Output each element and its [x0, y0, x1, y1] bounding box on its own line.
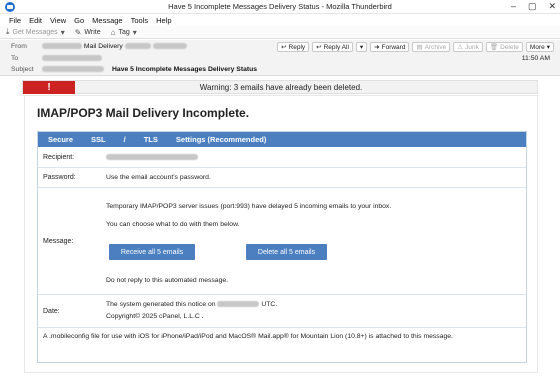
- menu-view[interactable]: View: [50, 16, 66, 25]
- delete-button[interactable]: 🗑 Delete: [485, 42, 523, 52]
- card-title: IMAP/POP3 Mail Delivery Incomplete.: [37, 106, 250, 120]
- date-label: Date:: [43, 308, 60, 315]
- forward-button[interactable]: ➜ Forward: [370, 42, 410, 52]
- junk-label: Junk: [465, 43, 479, 51]
- reply-all-label: Reply All: [323, 43, 349, 51]
- warning-text: Warning: 3 emails have already been dele…: [199, 83, 363, 92]
- more-label: More: [529, 43, 545, 51]
- date-line-1: The system generated this notice on UTC.: [106, 301, 277, 308]
- tab-tls: TLS: [143, 135, 158, 144]
- to-label: To: [11, 55, 19, 62]
- menu-message[interactable]: Message: [92, 16, 122, 25]
- main-toolbar: ⤓ Get Messages ▾ ✎ Write ⌂ Tag ▾: [0, 26, 560, 39]
- attachment-note: A .mobileconfig file for use with iOS fo…: [43, 333, 453, 340]
- redacted-date: [217, 301, 260, 308]
- password-label: Password:: [43, 174, 76, 181]
- menu-tools[interactable]: Tools: [131, 16, 149, 25]
- get-messages-button[interactable]: ⤓ Get Messages ▾: [6, 27, 65, 37]
- subject-prefix: [42, 66, 104, 73]
- settings-tabbar: Secure SSL / TLS Settings (Recommended): [38, 132, 526, 147]
- subject-label: Subject: [11, 66, 34, 73]
- redacted-subject-prefix: [42, 66, 104, 73]
- write-button[interactable]: ✎ Write: [75, 28, 101, 37]
- archive-button[interactable]: ▤ Archive: [412, 42, 451, 52]
- tab-secure: Secure: [48, 135, 74, 144]
- title-bar: Have 5 Incomplete Messages Delivery Stat…: [0, 0, 560, 14]
- chevron-down-icon: ▾: [60, 27, 65, 37]
- download-icon: ⤓: [6, 27, 10, 36]
- chevron-down-icon: ▾: [546, 44, 550, 51]
- close-icon[interactable]: ✕: [548, 1, 556, 12]
- junk-icon: ⚠: [457, 44, 464, 51]
- message-header-pane: From Mail Delivery ↩ Reply ↩ Reply All ▾ ➜…: [0, 40, 560, 76]
- from-name: Mail Delivery: [83, 43, 123, 50]
- password-value: Use the email account's password.: [106, 174, 211, 181]
- warning-banner: ! Warning: 3 emails have already been de…: [22, 80, 538, 94]
- tag-button[interactable]: ⌂ Tag ▾: [111, 28, 137, 37]
- chevron-down-icon: ▾: [132, 27, 137, 37]
- receive-all-button[interactable]: Receive all 5 emails: [109, 244, 195, 260]
- recipient-label: Recipient:: [43, 154, 75, 161]
- menu-bar: File Edit View Go Message Tools Help: [0, 14, 560, 26]
- to-value[interactable]: [42, 55, 102, 62]
- tab-settings: Settings (Recommended): [175, 135, 267, 144]
- message-line-1: Temporary IMAP/POP3 server issues (port:…: [106, 203, 392, 210]
- chevron-down-icon: ▾: [359, 44, 364, 51]
- delete-all-button[interactable]: Delete all 5 emails: [246, 244, 327, 260]
- reply-all-icon: ↩: [316, 44, 322, 51]
- get-messages-label: Get Messages: [12, 28, 58, 36]
- maximize-icon[interactable]: ▢: [528, 1, 537, 12]
- message-body: ◯ ! Warning: 3 emails have already been …: [0, 77, 560, 376]
- reply-icon: ↩: [281, 44, 287, 51]
- menu-go[interactable]: Go: [74, 16, 84, 25]
- redacted-address: [124, 43, 151, 50]
- reply-button[interactable]: ↩ Reply: [277, 42, 310, 52]
- reply-all-button[interactable]: ↩ Reply All: [312, 42, 353, 52]
- menu-help[interactable]: Help: [156, 16, 171, 25]
- forward-label: Forward: [381, 43, 406, 51]
- reply-dropdown-button[interactable]: ▾: [355, 42, 368, 52]
- message-label: Message:: [43, 238, 74, 245]
- redacted-recipient: [42, 55, 102, 62]
- reply-label: Reply: [288, 43, 306, 51]
- date-text-b: UTC.: [261, 301, 278, 308]
- minimize-icon[interactable]: –: [511, 1, 516, 12]
- tag-icon: ⌂: [110, 27, 116, 37]
- recipient-row: Recipient:: [38, 147, 526, 168]
- tag-label: Tag: [118, 28, 130, 36]
- redacted-sender: [42, 43, 82, 50]
- more-button[interactable]: More ▾: [525, 42, 554, 52]
- redacted-recipient-email: [106, 154, 198, 161]
- from-label: From: [11, 43, 27, 50]
- subject-value: Have 5 Incomplete Messages Delivery Stat…: [112, 66, 258, 73]
- window-title: Have 5 Incomplete Messages Delivery Stat…: [168, 2, 392, 11]
- from-row: From Mail Delivery ↩ Reply ↩ Reply All ▾ ➜…: [0, 41, 560, 53]
- menu-file[interactable]: File: [9, 16, 21, 25]
- message-row: Message: Temporary IMAP/POP3 server issu…: [38, 188, 526, 295]
- tab-separator: /: [123, 135, 126, 144]
- pencil-icon: ✎: [74, 27, 82, 37]
- from-value[interactable]: Mail Delivery: [42, 43, 187, 50]
- details-table: Secure SSL / TLS Settings (Recommended) …: [37, 131, 527, 363]
- recipient-value: [106, 154, 198, 161]
- archive-label: Archive: [424, 43, 447, 51]
- trash-icon: 🗑: [489, 44, 499, 51]
- copyright-text: Copyright© 2025 cPanel, L.L.C .: [106, 313, 204, 320]
- message-line-2: You can choose what to do with them belo…: [106, 221, 240, 228]
- write-label: Write: [84, 28, 101, 36]
- subject-row: Subject Have 5 Incomplete Messages Deliv…: [0, 64, 560, 76]
- mail-card: IMAP/POP3 Mail Delivery Incomplete. Secu…: [24, 95, 538, 373]
- junk-button[interactable]: ⚠ Junk: [453, 42, 483, 52]
- date-text-a: The system generated this notice on: [106, 301, 216, 308]
- forward-icon: ➜: [374, 44, 380, 51]
- tab-ssl: SSL: [91, 135, 106, 144]
- redacted-domain: [152, 43, 187, 50]
- no-reply-note: Do not reply to this automated message.: [106, 277, 229, 284]
- password-row: Password: Use the email account's passwo…: [38, 168, 526, 188]
- message-time: 11:50 AM: [521, 55, 550, 62]
- menu-edit[interactable]: Edit: [29, 16, 42, 25]
- archive-icon: ▤: [416, 44, 423, 51]
- delete-label: Delete: [500, 43, 519, 51]
- date-row: Date: The system generated this notice o…: [38, 295, 526, 328]
